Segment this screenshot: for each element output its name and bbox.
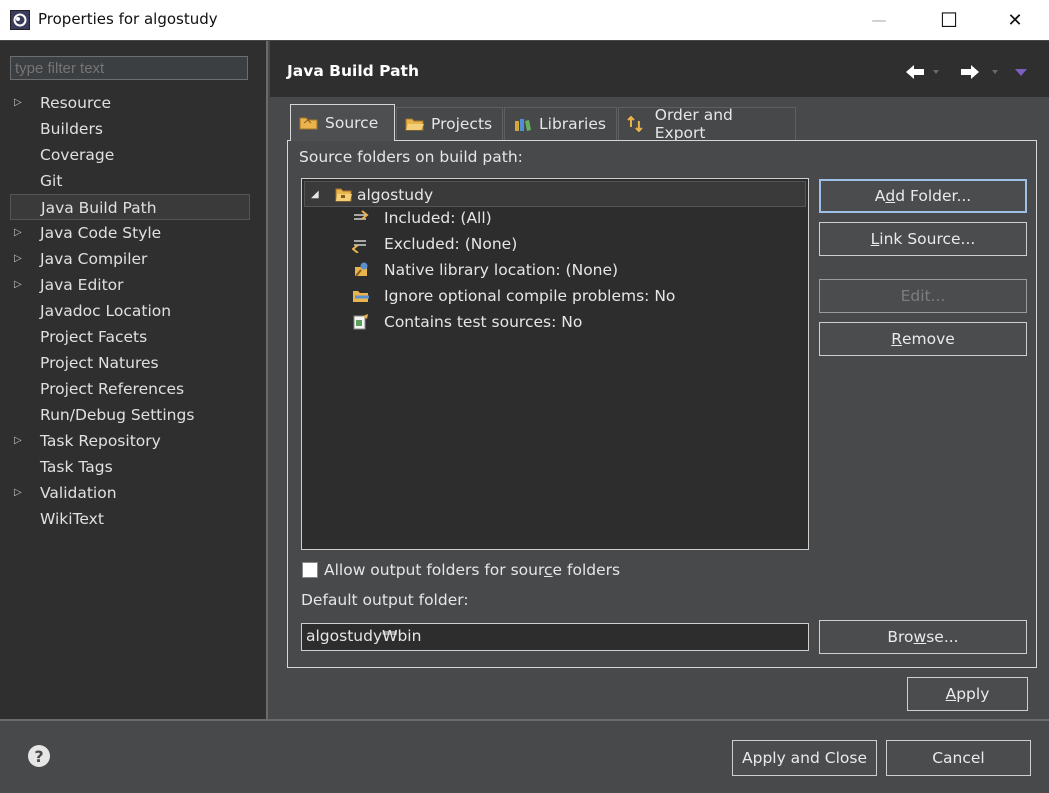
expand-arrow-icon[interactable]: ▷: [14, 90, 22, 116]
nav-item-label: Run/Debug Settings: [40, 406, 195, 424]
order-export-icon: [627, 115, 643, 133]
default-output-folder-label: Default output folder:: [301, 591, 469, 609]
libraries-icon: [515, 119, 531, 131]
view-menu-icon[interactable]: [1015, 69, 1027, 76]
cancel-button[interactable]: Cancel: [886, 740, 1031, 776]
nav-item-label: Javadoc Location: [40, 302, 172, 320]
minimize-button[interactable]: —: [856, 0, 902, 40]
nav-item-java-build-path[interactable]: Java Build Path: [10, 194, 250, 220]
source-folders-tree[interactable]: ◢ algostudy Included: (All) Excluded: (No…: [301, 178, 809, 550]
source-folders-label: Source folders on build path:: [299, 148, 523, 166]
page-title: Java Build Path: [287, 62, 419, 80]
expand-triangle-icon[interactable]: ◢: [311, 182, 319, 208]
nav-item-resource[interactable]: ▷ Resource: [10, 90, 250, 116]
nav-item-java-code-style[interactable]: ▷ Java Code Style: [10, 220, 250, 246]
nav-item-label: Resource: [40, 94, 112, 112]
source-folder-icon: [299, 117, 318, 130]
tab-libraries[interactable]: Libraries: [504, 107, 617, 140]
expand-arrow-icon[interactable]: ▷: [14, 480, 22, 506]
nav-item-builders[interactable]: Builders: [10, 116, 250, 142]
filter-input[interactable]: [10, 56, 248, 80]
package-folder-icon: [335, 188, 352, 202]
nav-item-project-natures[interactable]: Project Natures: [10, 350, 250, 376]
expand-arrow-icon[interactable]: ▷: [14, 246, 22, 272]
tree-node-label: Ignore optional compile problems: No: [384, 287, 676, 305]
nav-item-project-facets[interactable]: Project Facets: [10, 324, 250, 350]
projects-icon: [405, 118, 424, 131]
maximize-button[interactable]: ☐: [926, 0, 972, 40]
nav-item-java-compiler[interactable]: ▷ Java Compiler: [10, 246, 250, 272]
default-output-folder-field[interactable]: algostudy₩bin: [301, 623, 809, 651]
tree-node-label: Excluded: (None): [384, 235, 518, 253]
pane-splitter[interactable]: [266, 41, 268, 719]
bottom-separator: [0, 719, 1049, 721]
nav-item-task-tags[interactable]: Task Tags: [10, 454, 250, 480]
tab-source[interactable]: Source: [290, 104, 395, 141]
nav-item-git[interactable]: Git: [10, 168, 250, 194]
nav-item-label: Project References: [40, 380, 185, 398]
nav-item-wikitext[interactable]: WikiText: [10, 506, 250, 532]
back-menu-chevron-icon[interactable]: [933, 70, 939, 74]
tab-label: Projects: [431, 115, 493, 133]
nav-item-label: Git: [40, 172, 63, 190]
test-sources-icon: [353, 314, 368, 330]
eclipse-app-icon: [10, 10, 30, 30]
nav-item-label: Coverage: [40, 146, 115, 164]
nav-item-label: Validation: [40, 484, 117, 502]
remove-button[interactable]: Remove: [819, 322, 1027, 356]
close-button[interactable]: ✕: [992, 0, 1038, 40]
nav-item-coverage[interactable]: Coverage: [10, 142, 250, 168]
expand-arrow-icon[interactable]: ▷: [14, 428, 22, 454]
tab-projects[interactable]: Projects: [396, 107, 503, 140]
included-filter-icon: [354, 210, 369, 220]
nav-item-label: Java Editor: [40, 276, 124, 294]
nav-item-task-repository[interactable]: ▷ Task Repository: [10, 428, 250, 454]
nav-item-project-references[interactable]: Project References: [10, 376, 250, 402]
link-source-button[interactable]: Link Source...: [819, 222, 1027, 256]
tab-order-export[interactable]: Order and Export: [618, 106, 796, 142]
nav-item-label: Java Code Style: [40, 224, 162, 242]
tree-node-label: Included: (All): [384, 209, 492, 227]
apply-and-close-button[interactable]: Apply and Close: [732, 740, 877, 776]
nav-item-label: Java Build Path: [41, 199, 157, 217]
tree-node-algostudy[interactable]: ◢ algostudy: [304, 181, 806, 207]
nav-item-label: Task Tags: [40, 458, 113, 476]
nav-item-label: Java Compiler: [40, 250, 148, 268]
tab-label: Libraries: [539, 115, 606, 133]
native-library-icon: [355, 262, 368, 277]
back-arrow-icon[interactable]: [906, 65, 924, 79]
ignore-problems-icon: [353, 291, 369, 302]
tree-node-label: Contains test sources: No: [384, 313, 583, 331]
tree-node-label: Native library location: (None): [384, 261, 619, 279]
nav-item-javadoc-location[interactable]: Javadoc Location: [10, 298, 250, 324]
forward-arrow-icon[interactable]: [961, 65, 979, 79]
nav-item-label: Project Facets: [40, 328, 148, 346]
nav-item-label: Project Natures: [40, 354, 159, 372]
help-icon[interactable]: ?: [28, 745, 50, 767]
apply-button[interactable]: Apply: [907, 677, 1028, 711]
nav-item-java-editor[interactable]: ▷ Java Editor: [10, 272, 250, 298]
forward-menu-chevron-icon[interactable]: [992, 70, 998, 74]
window-title: Properties for algostudy: [38, 10, 218, 28]
allow-output-folders-label[interactable]: Allow output folders for source folders: [324, 561, 620, 579]
tab-label: Source: [325, 114, 379, 132]
nav-item-label: Task Repository: [40, 432, 161, 450]
expand-arrow-icon[interactable]: ▷: [14, 220, 22, 246]
allow-output-folders-checkbox[interactable]: [302, 562, 318, 578]
add-folder-button[interactable]: Add Folder...: [819, 179, 1027, 213]
title-bar: Properties for algostudy — ☐ ✕: [0, 0, 1049, 40]
nav-item-label: Builders: [40, 120, 103, 138]
tab-label: Order and Export: [654, 106, 733, 142]
history-nav: [906, 65, 1027, 79]
expand-arrow-icon[interactable]: ▷: [14, 272, 22, 298]
excluded-filter-icon: [352, 240, 366, 253]
edit-button[interactable]: Edit...: [819, 279, 1027, 313]
browse-button[interactable]: Bro w se...: [819, 620, 1027, 654]
nav-item-validation[interactable]: ▷ Validation: [10, 480, 250, 506]
nav-item-label: WikiText: [40, 510, 104, 528]
nav-item-run-debug-settings[interactable]: Run/Debug Settings: [10, 402, 250, 428]
